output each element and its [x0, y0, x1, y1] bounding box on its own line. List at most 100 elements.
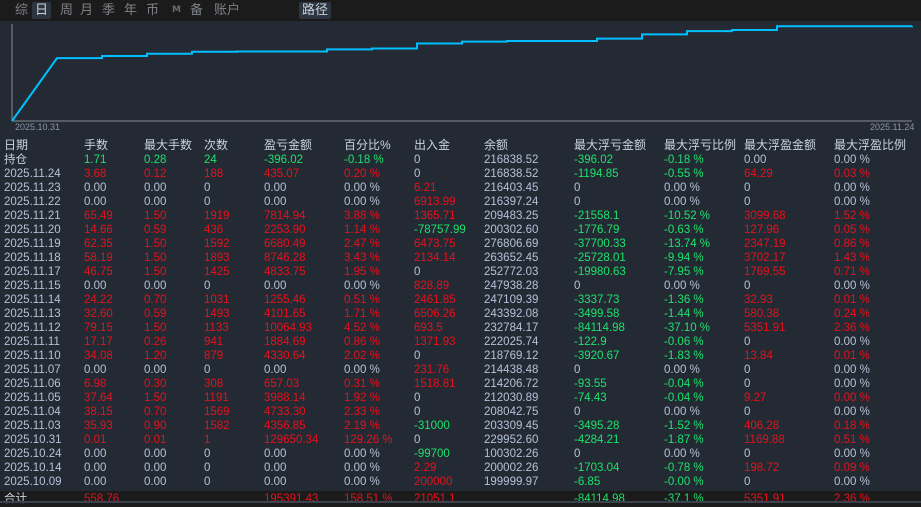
table-row[interactable]: 2025.10.31 0.01 0.01 1 129650.34 129.26 % 0 229…: [0, 433, 921, 447]
cell-pnl: 10064.93: [264, 322, 312, 334]
cell-in-out: 0: [414, 434, 421, 446]
cell-balance: 214438.48: [484, 364, 539, 376]
cell-max-float-loss-pct: -1.83 %: [664, 350, 704, 362]
cell-max-float-loss-pct: -10.52 %: [664, 210, 711, 222]
cell-max-float-profit: 0: [744, 476, 751, 488]
table-row[interactable]: 2025.11.17 46.75 1.50 1425 4833.75 1.95 % 0 252…: [0, 265, 921, 279]
period-tab-bar: 综日周月季年币 M 备账户 路径: [0, 0, 921, 21]
cell-balance: 209483.25: [484, 210, 539, 222]
cell-balance: 214206.72: [484, 378, 539, 390]
table-row[interactable]: 2025.11.22 0.00 0.00 0 0.00 0.00 % 6913.99 2163…: [0, 195, 921, 209]
cell-count: 1592: [204, 238, 230, 250]
cell-pct: 1.14 %: [344, 224, 380, 236]
cell-lots: 14.66: [84, 224, 113, 236]
cell-balance: 216397.24: [484, 196, 539, 208]
table-row[interactable]: 2025.11.21 65.49 1.50 1919 7814.94 3.88 % 1365…: [0, 209, 921, 223]
table-row[interactable]: 2025.11.13 32.60 0.59 1493 4101.65 1.71 % 6506…: [0, 307, 921, 321]
cell-max-lots: 0.28: [144, 154, 167, 166]
table-row[interactable]: 2025.11.07 0.00 0.00 0 0.00 0.00 % 231.76 21443…: [0, 363, 921, 377]
cell-pct: 0.86 %: [344, 336, 380, 348]
cell-date: 2025.11.20: [4, 224, 61, 236]
table-row[interactable]: 2025.10.09 0.00 0.00 0 0.00 0.00 % 200000 19999…: [0, 475, 921, 489]
cell-pct: 3.43 %: [344, 252, 380, 264]
cell-date: 2025.11.13: [4, 308, 61, 320]
position-row[interactable]: 持仓 1.71 0.28 24 -396.02 -0.18 % 0 216838.52 -396…: [0, 153, 921, 167]
cell-max-lots: 1.50: [144, 252, 167, 264]
cell-pnl: 195391.43: [264, 493, 319, 505]
cell-max-float-loss-pct: 0.00 %: [664, 280, 700, 292]
cell-max-float-profit: 13.84: [744, 350, 773, 362]
cell-lots: 1.71: [84, 154, 107, 166]
table-row[interactable]: 2025.11.18 58.19 1.50 1893 8746.28 3.43 % 2134…: [0, 251, 921, 265]
tab-8[interactable]: 备: [187, 2, 206, 19]
cell-max-float-loss-pct: -0.78 %: [664, 462, 704, 474]
table-row[interactable]: 2025.11.06 6.98 0.30 308 657.03 0.31 % 1518.81…: [0, 377, 921, 391]
cell-date: 2025.11.15: [4, 280, 61, 292]
cell-pct: 1.95 %: [344, 266, 380, 278]
tab-0[interactable]: 综: [12, 2, 31, 19]
cell-max-float-profit: 1169.88: [744, 434, 785, 446]
table-row[interactable]: 2025.11.10 34.08 1.20 879 4330.64 2.02 % 0 2187…: [0, 349, 921, 363]
header-lots: 手数: [84, 138, 109, 152]
cell-balance: 218769.12: [484, 350, 539, 362]
tab-1[interactable]: 日: [32, 2, 52, 19]
cell-lots: 0.00: [84, 196, 107, 208]
cell-count: 0: [204, 364, 211, 376]
tab-5[interactable]: 年: [121, 2, 140, 19]
cell-max-float-loss-pct: -0.04 %: [664, 378, 704, 390]
cell-max-float-profit-pct: 0.03 %: [834, 168, 870, 180]
cell-max-float-profit-pct: 0.86 %: [834, 238, 870, 250]
table-row[interactable]: 2025.11.19 62.35 1.50 1592 6680.49 2.47 % 6473…: [0, 237, 921, 251]
table-row[interactable]: 2025.11.24 3.68 0.12 188 435.07 0.20 % 0 216838…: [0, 167, 921, 181]
tab-path[interactable]: 路径: [299, 2, 332, 19]
tab-6[interactable]: 币: [143, 2, 162, 19]
cell-max-float-profit-pct: 2.36 %: [834, 493, 870, 505]
table-row[interactable]: 2025.11.05 37.64 1.50 1191 3988.14 1.92 % 0 212…: [0, 391, 921, 405]
table-row[interactable]: 2025.11.20 14.66 0.59 436 2253.90 1.14 % -7875…: [0, 223, 921, 237]
cell-date: 2025.10.14: [4, 462, 62, 474]
cell-count: 0: [204, 476, 211, 488]
table-row[interactable]: 2025.11.14 24.22 0.70 1031 1255.46 0.51 % 2461…: [0, 293, 921, 307]
tab-3[interactable]: 月: [77, 2, 96, 19]
cell-max-float-loss-pct: -0.04 %: [664, 392, 704, 404]
cell-max-float-loss: -21558.1: [574, 210, 620, 222]
cell-pnl: 4101.65: [264, 308, 306, 320]
cell-max-float-profit: 0.00: [744, 154, 767, 166]
cell-count: 308: [204, 378, 224, 390]
cell-max-float-profit: 5351.91: [744, 322, 786, 334]
tab-4[interactable]: 季: [99, 2, 118, 19]
total-row[interactable]: 合计 558.76 195391.43 158.51 % 21051.1 -84114.9…: [0, 491, 921, 507]
cell-pnl: 4733.30: [264, 406, 306, 418]
tab-7[interactable]: M: [169, 2, 184, 19]
tab-2[interactable]: 周: [57, 2, 76, 19]
cell-max-float-loss: 0: [574, 196, 581, 208]
table-row[interactable]: 2025.11.23 0.00 0.00 0 0.00 0.00 % 6.21 216403.…: [0, 181, 921, 195]
table-row[interactable]: 2025.11.11 17.17 0.26 941 1884.69 0.86 % 1371.…: [0, 335, 921, 349]
table-row[interactable]: 2025.11.04 38.15 0.70 1569 4733.30 2.33 % 0 208…: [0, 405, 921, 419]
table-row[interactable]: 2025.10.14 0.00 0.00 0 0.00 0.00 % 2.29 200002.…: [0, 461, 921, 475]
cell-max-float-profit: 0: [744, 182, 751, 194]
table-row[interactable]: 2025.10.24 0.00 0.00 0 0.00 0.00 % -99700 10030…: [0, 447, 921, 461]
cell-balance: 247938.28: [484, 280, 539, 292]
cell-in-out: 0: [414, 168, 421, 180]
cell-lots: 35.93: [84, 420, 113, 432]
cell-pct: 0.00 %: [344, 476, 380, 488]
cell-pct: 0.51 %: [344, 294, 380, 306]
cell-date: 2025.10.31: [4, 434, 62, 446]
table-row[interactable]: 2025.11.15 0.00 0.00 0 0.00 0.00 % 828.89 24793…: [0, 279, 921, 293]
table-row[interactable]: 2025.11.12 79.15 1.50 1133 10064.93 4.52 % 693…: [0, 321, 921, 335]
table-row[interactable]: 2025.11.03 35.93 0.90 1582 4356.85 2.19 % -310…: [0, 419, 921, 433]
cell-max-float-profit-pct: 0.00 %: [834, 392, 870, 404]
cell-count: 1: [204, 434, 211, 446]
tab-9[interactable]: 账户: [211, 2, 243, 19]
cell-max-lots: 0.90: [144, 420, 167, 432]
cell-max-float-loss: -25728.01: [574, 252, 626, 264]
cell-pnl: 8746.28: [264, 252, 306, 264]
cell-lots: 0.00: [84, 462, 107, 474]
cell-pct: 2.19 %: [344, 420, 380, 432]
cell-lots: 6.98: [84, 378, 107, 390]
cell-in-out: 6913.99: [414, 196, 456, 208]
cell-max-float-loss: 0: [574, 364, 581, 376]
cell-count: 24: [204, 154, 217, 166]
cell-lots: 58.19: [84, 252, 113, 264]
